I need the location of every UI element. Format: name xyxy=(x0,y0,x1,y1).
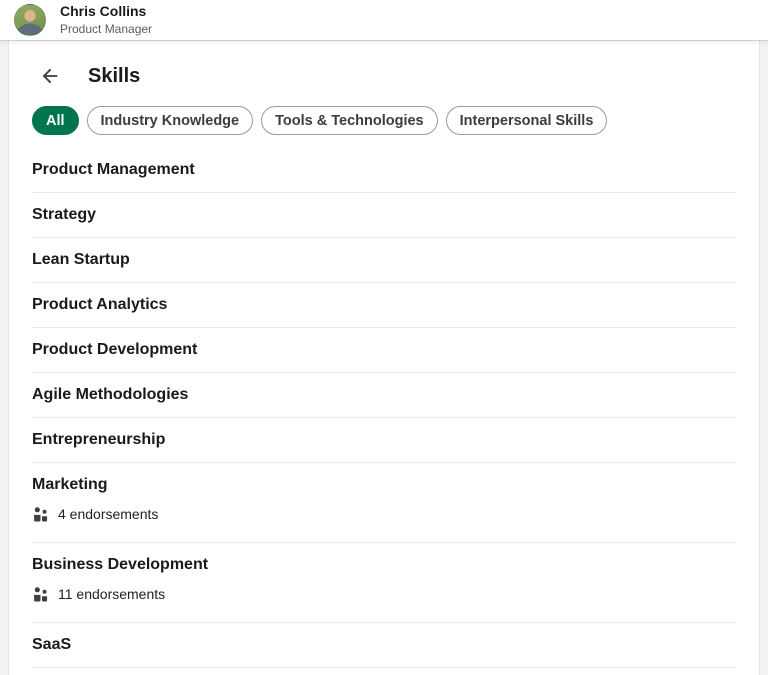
title-row: Skills xyxy=(32,41,736,94)
skill-name: Marketing xyxy=(32,474,736,496)
skills-card: Skills All Industry Knowledge Tools & Te… xyxy=(8,41,760,675)
skill-row[interactable]: Product Management xyxy=(32,148,736,193)
filter-pill[interactable]: Interpersonal Skills xyxy=(446,106,608,135)
page-title: Skills xyxy=(88,65,140,88)
filter-pill-label: Industry Knowledge xyxy=(101,113,240,129)
skill-name: Product Analytics xyxy=(32,294,736,316)
endorsement-row: 4 endorsements xyxy=(32,505,736,531)
arrow-left-icon xyxy=(39,65,61,87)
filter-pill[interactable]: Tools & Technologies xyxy=(261,106,438,135)
profile-header: Chris Collins Product Manager xyxy=(0,0,768,41)
skill-name: Business Development xyxy=(32,554,736,576)
filter-pills: All Industry Knowledge Tools & Technolog… xyxy=(32,106,736,135)
people-icon xyxy=(32,586,49,603)
skill-row[interactable]: Strategy xyxy=(32,193,736,238)
avatar[interactable] xyxy=(14,4,46,36)
skill-name: Strategy xyxy=(32,204,736,226)
skill-row[interactable]: Lean Startup xyxy=(32,238,736,283)
skill-name: Agile Methodologies xyxy=(32,384,736,406)
skill-row[interactable]: Entrepreneurship xyxy=(32,418,736,463)
back-button[interactable] xyxy=(34,60,66,92)
profile-title: Product Manager xyxy=(60,22,152,37)
profile-name: Chris Collins xyxy=(60,3,152,21)
skill-row[interactable]: SaaS xyxy=(32,623,736,668)
endorsement-count: 4 endorsements xyxy=(58,505,158,523)
skill-row[interactable]: Business Development 11 endorsements xyxy=(32,543,736,623)
filter-pill-label: All xyxy=(46,113,65,129)
filter-pill-label: Tools & Technologies xyxy=(275,113,424,129)
endorsement-count: 11 endorsements xyxy=(58,585,165,603)
skill-row[interactable]: Marketing 4 endorsements xyxy=(32,463,736,543)
skill-name: Product Development xyxy=(32,339,736,361)
skill-row[interactable]: Agile Methodologies xyxy=(32,373,736,418)
filter-pill[interactable]: All xyxy=(32,106,79,135)
endorsement-row: 11 endorsements xyxy=(32,585,736,611)
skill-name: Product Management xyxy=(32,159,736,181)
skills-list: Product Management Strategy Lean Startup… xyxy=(32,148,736,668)
content-background: Skills All Industry Knowledge Tools & Te… xyxy=(0,41,768,675)
skill-name: SaaS xyxy=(32,634,736,656)
filter-pill-label: Interpersonal Skills xyxy=(460,113,594,129)
skill-row[interactable]: Product Development xyxy=(32,328,736,373)
skill-name: Lean Startup xyxy=(32,249,736,271)
skill-name: Entrepreneurship xyxy=(32,429,736,451)
people-icon xyxy=(32,506,49,523)
profile-header-text: Chris Collins Product Manager xyxy=(60,3,152,37)
filter-pill[interactable]: Industry Knowledge xyxy=(87,106,254,135)
skill-row[interactable]: Product Analytics xyxy=(32,283,736,328)
